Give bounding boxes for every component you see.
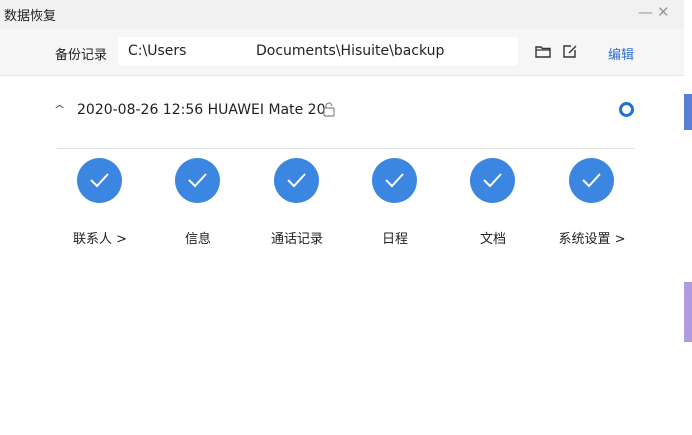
category-label: 系统设置 > [558, 232, 626, 247]
category-call-log[interactable]: 通话记录 [252, 158, 342, 248]
data-restore-window: 数据恢复 — ✕ 备份记录 C:\Users Documents\Hisuite… [0, 0, 685, 435]
collapse-chevron-icon[interactable]: ^ [54, 103, 66, 116]
category-label: 日程 [381, 232, 408, 247]
check-icon[interactable] [470, 158, 515, 203]
backup-entry-header: ^ 2020-08-26 12:56 HUAWEI Mate 20 [0, 96, 684, 128]
edit-link[interactable]: 编辑 [608, 44, 634, 63]
category-documents[interactable]: 文档 [448, 158, 538, 248]
check-icon[interactable] [372, 158, 417, 203]
window-title: 数据恢复 [4, 9, 57, 24]
right-edge-accent [684, 94, 692, 130]
check-icon[interactable] [569, 158, 614, 203]
check-icon[interactable] [175, 158, 220, 203]
category-messages[interactable]: 信息 [153, 158, 243, 248]
minimize-button[interactable]: — [638, 3, 653, 21]
backup-select-radio[interactable] [619, 102, 634, 117]
right-edge-accent [684, 282, 692, 342]
check-icon[interactable] [77, 158, 122, 203]
backup-path-start: C:\Users [128, 43, 187, 59]
edit-icon[interactable] [562, 44, 578, 59]
title-bar: 数据恢复 — ✕ [0, 0, 684, 29]
category-label: 通话记录 [270, 232, 323, 247]
backup-path-bar: 备份记录 C:\Users Documents\Hisuite\backup 编… [0, 29, 684, 76]
check-icon[interactable] [274, 158, 319, 203]
close-button[interactable]: ✕ [657, 3, 670, 21]
category-label: 文档 [479, 232, 506, 247]
category-label: 联系人 > [72, 232, 128, 247]
backup-record-label: 备份记录 [55, 48, 108, 63]
category-label: 信息 [184, 232, 211, 247]
right-edge-strip [684, 0, 692, 435]
backup-path-field[interactable]: C:\Users Documents\Hisuite\backup [118, 37, 518, 66]
backup-entry-title: 2020-08-26 12:56 HUAWEI Mate 20 [77, 102, 326, 118]
category-system-settings[interactable]: 系统设置 > [547, 158, 637, 248]
divider [57, 148, 635, 149]
folder-icon[interactable] [535, 44, 551, 59]
category-calendar[interactable]: 日程 [350, 158, 440, 248]
lock-icon [322, 102, 336, 117]
backup-path-end: Documents\Hisuite\backup [256, 43, 445, 59]
category-contacts[interactable]: 联系人 > [55, 158, 145, 248]
